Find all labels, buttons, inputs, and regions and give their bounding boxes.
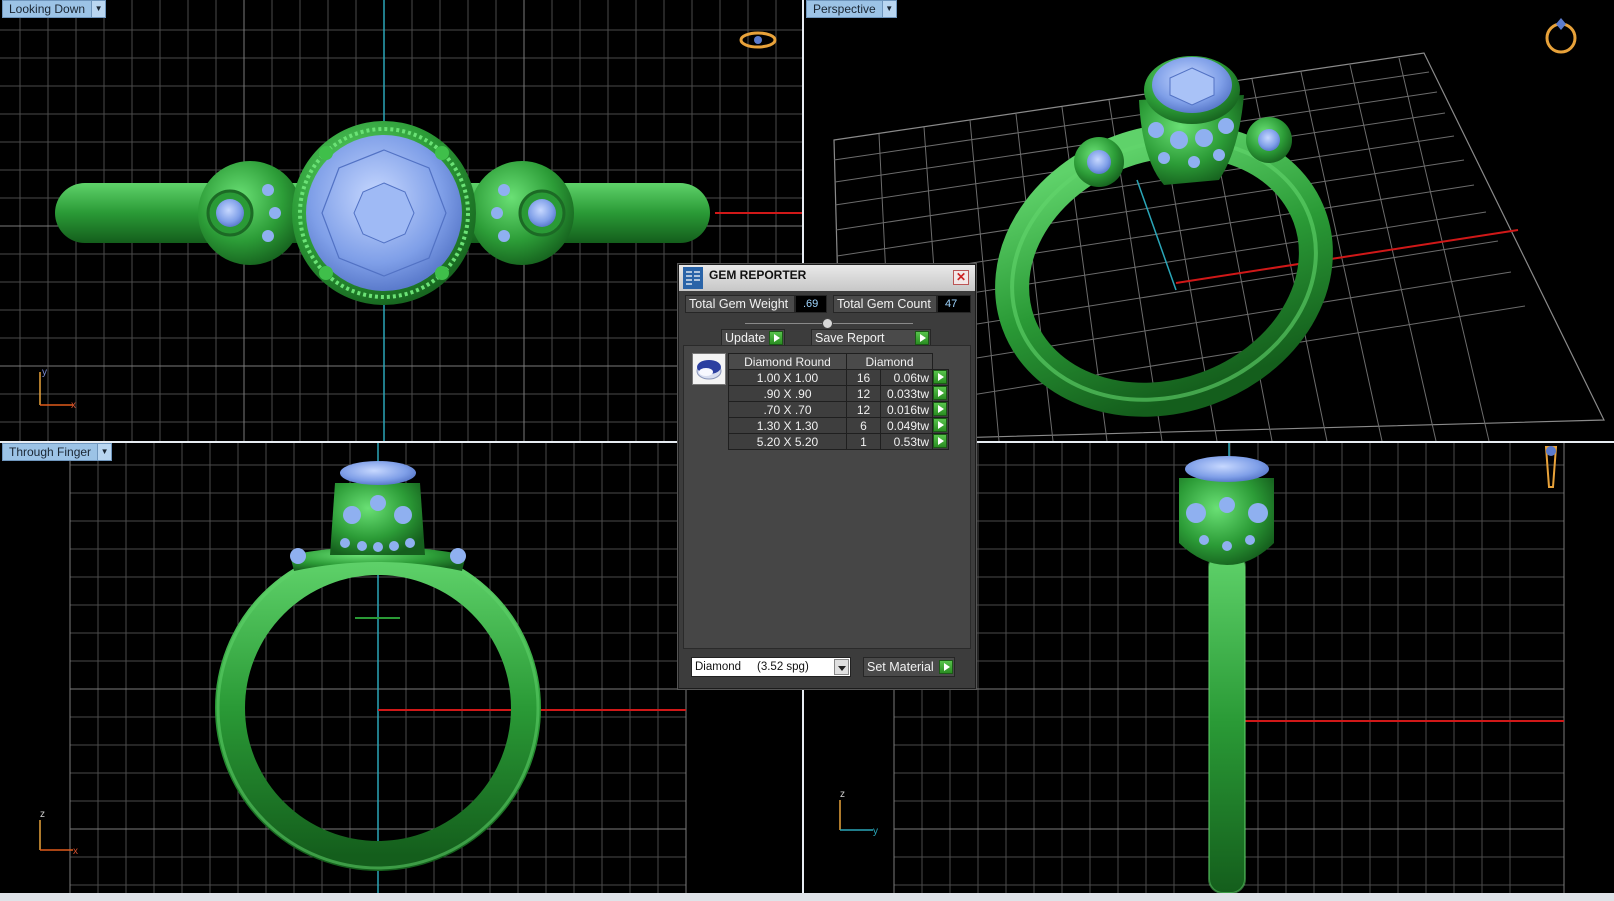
gem-weight: 0.016tw bbox=[880, 401, 933, 418]
gem-count: 12 bbox=[846, 401, 881, 418]
axis-x-label: x bbox=[73, 846, 78, 857]
gem-count: 12 bbox=[846, 385, 881, 402]
total-gem-count-value: 47 bbox=[937, 295, 971, 313]
status-strip bbox=[0, 893, 1614, 901]
close-icon[interactable]: ✕ bbox=[953, 270, 969, 285]
viewport-title: Through Finger bbox=[9, 445, 92, 459]
table-row[interactable]: .70 X .70 12 0.016tw bbox=[728, 401, 949, 418]
viewport-label-looking-down[interactable]: Looking Down ▼ bbox=[2, 0, 107, 18]
table-row[interactable]: .90 X .90 12 0.033tw bbox=[728, 385, 949, 402]
play-arrow-icon bbox=[769, 331, 783, 345]
gem-size: .70 X .70 bbox=[728, 401, 847, 418]
gem-weight: 0.049tw bbox=[880, 417, 933, 434]
gem-size: 1.30 X 1.30 bbox=[728, 417, 847, 434]
axis-z-label: z bbox=[840, 789, 845, 800]
row-go-icon[interactable] bbox=[933, 434, 947, 448]
splitter-handle[interactable] bbox=[822, 318, 833, 329]
cad-workspace: y x Looking Down ▼ Perspective ▼ z x Thr… bbox=[0, 0, 1614, 901]
column-header-material[interactable]: Diamond bbox=[846, 353, 933, 370]
set-material-button[interactable]: Set Material bbox=[863, 657, 955, 677]
viewport-title: Perspective bbox=[813, 2, 876, 16]
gem-size: 1.00 X 1.00 bbox=[728, 369, 847, 386]
table-row[interactable]: 1.30 X 1.30 6 0.049tw bbox=[728, 417, 949, 434]
gem-list-panel: Diamond Round Diamond 1.00 X 1.00 16 0.0… bbox=[683, 345, 971, 649]
chevron-down-icon[interactable]: ▼ bbox=[97, 444, 112, 460]
gem-reporter-icon bbox=[683, 267, 703, 289]
gem-size: .90 X .90 bbox=[728, 385, 847, 402]
gem-weight: 0.06tw bbox=[880, 369, 933, 386]
row-go-icon[interactable] bbox=[933, 386, 947, 400]
axis-z-label: z bbox=[40, 809, 45, 820]
column-header-shape[interactable]: Diamond Round bbox=[728, 353, 847, 370]
diamond-thumbnail-icon[interactable] bbox=[692, 353, 726, 385]
chevron-down-icon[interactable] bbox=[834, 659, 849, 675]
viewport-label-through-finger[interactable]: Through Finger ▼ bbox=[2, 443, 113, 461]
viewport-title: Looking Down bbox=[9, 2, 86, 16]
gem-table: Diamond Round Diamond 1.00 X 1.00 16 0.0… bbox=[728, 353, 949, 450]
material-select-value: Diamond (3.52 spg) bbox=[695, 661, 809, 673]
set-material-label: Set Material bbox=[867, 660, 934, 674]
axis-y-label: y bbox=[873, 826, 878, 837]
gem-weight: 0.033tw bbox=[880, 385, 933, 402]
total-gem-weight-label: Total Gem Weight bbox=[685, 295, 795, 313]
play-arrow-icon bbox=[939, 660, 953, 674]
dialog-titlebar[interactable]: GEM REPORTER ✕ bbox=[679, 265, 975, 291]
chevron-down-icon[interactable]: ▼ bbox=[91, 1, 106, 17]
gem-count: 16 bbox=[846, 369, 881, 386]
report-splitter[interactable] bbox=[745, 318, 913, 329]
gem-weight: 0.53tw bbox=[880, 433, 933, 450]
update-label: Update bbox=[725, 331, 766, 345]
row-go-icon[interactable] bbox=[933, 370, 947, 384]
row-go-icon[interactable] bbox=[933, 402, 947, 416]
save-report-label: Save Report bbox=[815, 331, 885, 345]
total-gem-weight-value: .69 bbox=[795, 295, 827, 313]
chevron-down-icon[interactable]: ▼ bbox=[881, 1, 896, 17]
total-gem-count-label: Total Gem Count bbox=[833, 295, 937, 313]
gem-count: 1 bbox=[846, 433, 881, 450]
table-row[interactable]: 1.00 X 1.00 16 0.06tw bbox=[728, 369, 949, 386]
row-go-icon[interactable] bbox=[933, 418, 947, 432]
axis-y-label: y bbox=[42, 367, 47, 378]
material-select[interactable]: Diamond (3.52 spg) bbox=[691, 657, 851, 677]
play-arrow-icon bbox=[915, 331, 929, 345]
gem-size: 5.20 X 5.20 bbox=[728, 433, 847, 450]
viewport-label-perspective[interactable]: Perspective ▼ bbox=[806, 0, 897, 18]
gem-reporter-dialog: GEM REPORTER ✕ Total Gem Weight .69 Tota… bbox=[678, 264, 976, 689]
dialog-title: GEM REPORTER bbox=[709, 268, 807, 282]
axis-x-label: x bbox=[71, 400, 76, 411]
table-row[interactable]: 5.20 X 5.20 1 0.53tw bbox=[728, 433, 949, 450]
gem-count: 6 bbox=[846, 417, 881, 434]
